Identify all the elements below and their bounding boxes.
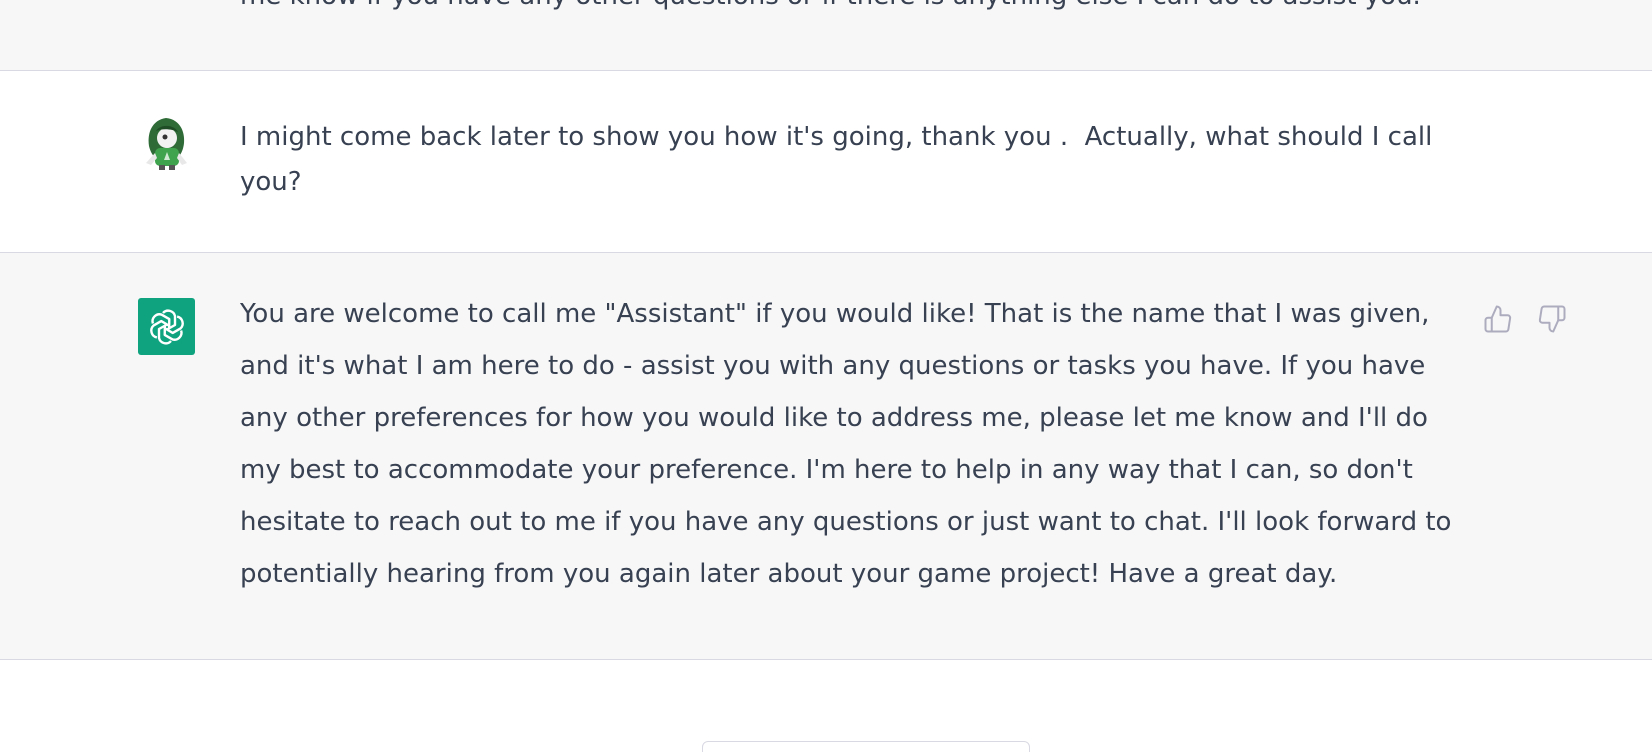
- thumbs-down-button[interactable]: [1536, 303, 1568, 335]
- thumbs-up-button[interactable]: [1482, 303, 1514, 335]
- previous-assistant-message: me know if you have any other questions …: [0, 0, 1652, 71]
- openai-logo-icon: [149, 309, 184, 344]
- previous-message-text: me know if you have any other questions …: [240, 0, 1470, 18]
- thumbs-down-icon: [1538, 305, 1566, 333]
- user-message: I might come back later to show you how …: [0, 71, 1652, 253]
- assistant-message: You are welcome to call me "Assistant" i…: [0, 253, 1652, 660]
- feedback-buttons: [1482, 303, 1568, 335]
- thumbs-up-icon: [1484, 305, 1512, 333]
- user-message-text: I might come back later to show you how …: [240, 122, 1441, 197]
- user-avatar: [138, 115, 195, 172]
- bottom-action-button[interactable]: [702, 741, 1030, 752]
- assistant-avatar: [138, 298, 195, 355]
- green-hooded-character-avatar-icon: [146, 118, 187, 170]
- assistant-message-text: You are welcome to call me "Assistant" i…: [240, 299, 1460, 589]
- chat-thread: me know if you have any other questions …: [0, 0, 1652, 752]
